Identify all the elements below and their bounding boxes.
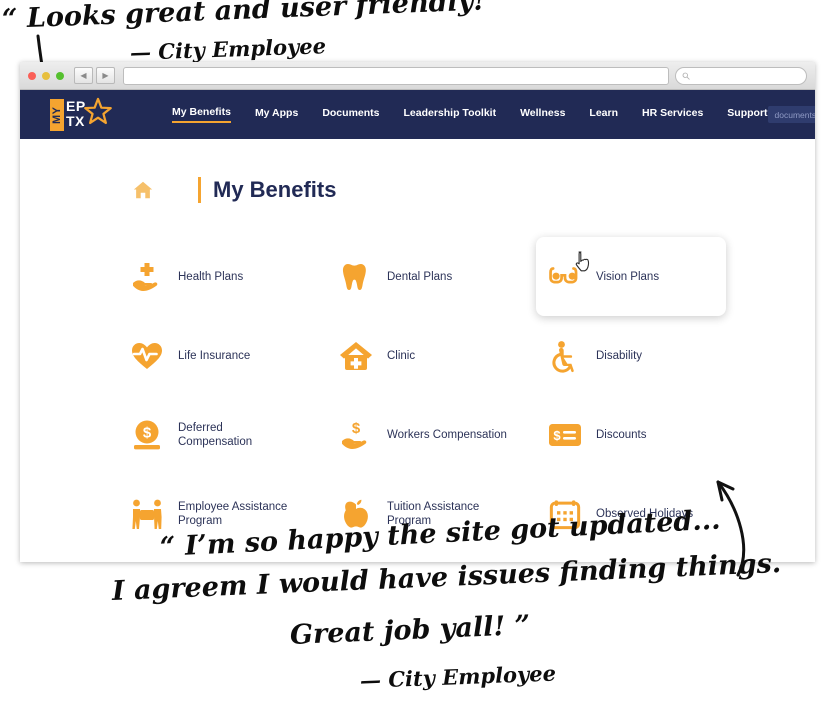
nav-item-my-apps[interactable]: My Apps [255, 107, 298, 122]
page-content: My Benefits Health Plans Dental Plans Vi… [20, 139, 815, 562]
hand-plus-icon [130, 260, 164, 294]
title-divider [198, 177, 201, 203]
tile-disability[interactable]: Disability [536, 316, 745, 395]
tile-label-line1: Deferred [178, 421, 223, 434]
tile-label-line1: Tuition Assistance [387, 500, 480, 513]
clinic-house-icon [339, 339, 373, 373]
page-title: My Benefits [213, 177, 337, 202]
tile-label-line1: Workers Compensation [387, 428, 507, 441]
search-icon [682, 72, 690, 80]
browser-window: ◀ ▶ MY EP TX My Benefits My Apps Documen… [20, 62, 815, 562]
tile-workers-compensation[interactable]: $ Workers Compensation [327, 395, 536, 474]
quote-top-text: “ Looks great and user friendly! ” [1, 0, 511, 35]
nav-item-hr-services[interactable]: HR Services [642, 107, 703, 122]
star-icon [84, 97, 112, 124]
svg-text:$: $ [143, 424, 152, 441]
forward-icon[interactable]: ▶ [96, 67, 115, 84]
tile-label: Health Plans [178, 270, 243, 284]
tile-label: Disability [596, 349, 642, 363]
tile-label: Life Insurance [178, 349, 250, 363]
primary-nav-links: My Benefits My Apps Documents Leadership… [172, 106, 768, 123]
logo-my-text: MY [50, 98, 64, 131]
tooth-icon [339, 260, 373, 294]
nav-item-leadership-toolkit[interactable]: Leadership Toolkit [404, 107, 497, 122]
tile-label: Dental Plans [387, 270, 452, 284]
coupon-icon: $ [548, 418, 582, 452]
tile-vision-plans[interactable]: Vision Plans [536, 237, 726, 316]
site-navigation-bar: MY EP TX My Benefits My Apps Documents L… [20, 90, 815, 139]
calendar-icon [548, 497, 582, 531]
tile-label-line1: Observed Holidays [596, 507, 694, 520]
coin-stack-icon: $ [130, 418, 164, 452]
tile-clinic[interactable]: Clinic [327, 316, 536, 395]
nav-item-wellness[interactable]: Wellness [520, 107, 565, 122]
svg-text:$: $ [553, 428, 561, 443]
tile-label-line1: Health Plans [178, 270, 244, 283]
benefits-tile-grid: Health Plans Dental Plans Vision Plans L… [118, 237, 815, 553]
tile-employee-assistance-program[interactable]: Employee Assistance Program [118, 474, 327, 553]
tile-dental-plans[interactable]: Dental Plans [327, 237, 536, 316]
tile-label: Workers Compensation [387, 428, 507, 442]
minimize-window-button[interactable] [42, 71, 50, 80]
tile-label: Employee Assistance Program [178, 500, 287, 528]
nav-item-support[interactable]: Support [727, 107, 767, 122]
apple-icon [339, 497, 373, 531]
wheelchair-icon [548, 339, 582, 373]
quote-bottom-line3: Great job yall! ” [289, 609, 531, 651]
tile-label: Clinic [387, 349, 415, 363]
quote-bottom-attribution: — City Employee [359, 660, 557, 693]
window-controls[interactable] [28, 71, 64, 80]
svg-text:$: $ [352, 420, 361, 437]
tile-label-line1: Clinic [387, 349, 416, 362]
tile-label-line1: Employee Assistance [178, 500, 288, 513]
logo-ep-text: EP [66, 97, 86, 114]
tile-discounts[interactable]: $ Discounts [536, 395, 745, 474]
tile-deferred-compensation[interactable]: $ Deferred Compensation [118, 395, 327, 474]
logo-eptx-text: EP TX [66, 97, 86, 129]
testimonial-quote-top: “ Looks great and user friendly! ” — Cit… [0, 0, 510, 65]
tile-label-line1: Vision Plans [596, 270, 660, 283]
tile-label-line1: Life Insurance [178, 349, 251, 362]
logo-tx-text: TX [66, 112, 85, 129]
tile-label-line2: Compensation [178, 435, 253, 448]
heart-pulse-icon [130, 339, 164, 373]
nav-item-documents[interactable]: Documents [322, 107, 379, 122]
browser-chrome: ◀ ▶ [20, 62, 815, 90]
glasses-icon [548, 260, 582, 294]
site-logo[interactable]: MY EP TX [50, 96, 112, 134]
tile-label-line1: Dental Plans [387, 270, 453, 283]
site-search-input[interactable]: documents [767, 106, 815, 123]
nav-item-my-benefits[interactable]: My Benefits [172, 106, 231, 123]
tile-life-insurance[interactable]: Life Insurance [118, 316, 327, 395]
tile-label-line2: Program [178, 514, 223, 527]
tile-label: Observed Holidays [596, 507, 693, 521]
hand-dollar-icon: $ [339, 418, 373, 452]
tile-tuition-assistance-program[interactable]: Tuition Assistance Program [327, 474, 536, 553]
maximize-window-button[interactable] [56, 71, 64, 80]
tile-observed-holidays[interactable]: Observed Holidays [536, 474, 745, 553]
two-people-icon [130, 497, 164, 531]
home-icon[interactable] [132, 179, 154, 201]
address-bar[interactable] [123, 66, 669, 85]
close-window-button[interactable] [28, 71, 36, 80]
tile-label: Deferred Compensation [178, 421, 252, 449]
quote-top-attribution: — City Employee [129, 33, 327, 65]
tile-label: Discounts [596, 428, 647, 442]
nav-item-learn[interactable]: Learn [589, 107, 618, 122]
browser-search-field[interactable] [675, 66, 807, 85]
back-icon[interactable]: ◀ [74, 67, 93, 84]
tile-health-plans[interactable]: Health Plans [118, 237, 327, 316]
site-search-value: documents [774, 109, 815, 120]
page-header: My Benefits [20, 167, 815, 213]
tile-label-line1: Discounts [596, 428, 647, 441]
tile-label-line1: Disability [596, 349, 643, 362]
tile-label-line2: Program [387, 514, 432, 527]
tile-label: Vision Plans [596, 270, 659, 284]
tile-label: Tuition Assistance Program [387, 500, 479, 528]
browser-nav-buttons[interactable]: ◀ ▶ [74, 67, 115, 84]
